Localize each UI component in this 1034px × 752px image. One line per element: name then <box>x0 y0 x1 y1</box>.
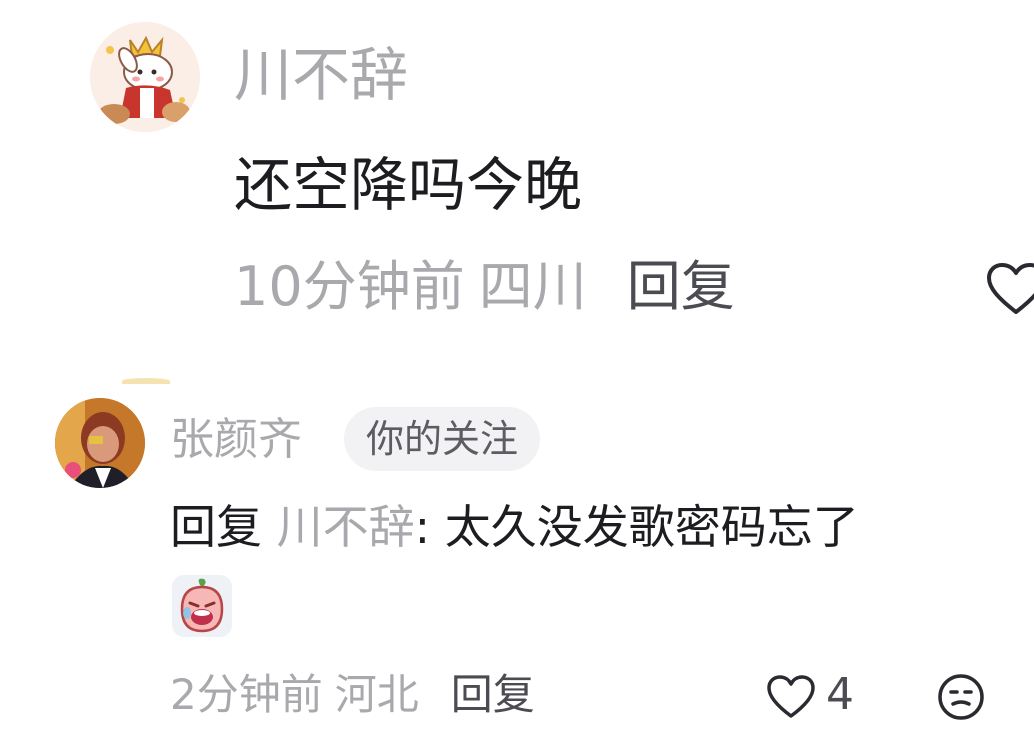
heart-outline-icon <box>987 263 1034 314</box>
reply-prefix: 回复 <box>170 500 262 554</box>
following-badge: 你的关注 <box>344 407 541 471</box>
comment-username[interactable]: 张颜齐 <box>170 412 302 468</box>
comment-location: 四川 <box>478 255 587 318</box>
comment-meta: 10分钟前 四川 回复 <box>234 255 735 319</box>
crying-peach-sticker-icon <box>172 575 232 637</box>
reply-button[interactable]: 回复 <box>451 670 535 719</box>
avatar-zhangyanqi[interactable] <box>55 398 145 488</box>
comment-time: 10分钟前 <box>234 255 465 318</box>
heart-outline-icon <box>767 675 815 718</box>
bunny-character-avatar-icon <box>90 22 200 132</box>
like-count: 4 <box>826 669 854 720</box>
user-photo-avatar-icon <box>55 398 145 488</box>
like-button[interactable] <box>986 262 1034 316</box>
comment-time: 2分钟前 <box>170 670 323 719</box>
comment-text: 回复 川不辞: 太久没发歌密码忘了 <box>170 498 859 556</box>
comment-location: 河北 <box>334 670 419 719</box>
comment-text: 还空降吗今晚 <box>234 151 583 219</box>
avatar-chuanbuci[interactable] <box>90 22 200 132</box>
like-button[interactable] <box>766 674 816 720</box>
reply-mention[interactable]: 川不辞 <box>277 500 415 554</box>
hidden-avatar-edge <box>122 378 170 384</box>
emoji-reaction-icon <box>938 674 984 720</box>
emoji-reaction-button[interactable] <box>936 672 986 722</box>
comment-list: 川不辞 还空降吗今晚 10分钟前 四川 回复 张颜齐 你的关注 回复 川不辞: 太久… <box>0 0 1034 752</box>
reply-button[interactable]: 回复 <box>627 255 735 318</box>
comment-username[interactable]: 川不辞 <box>234 40 408 110</box>
comment-meta: 2分钟前 河北 回复 <box>170 668 535 722</box>
reply-text: : 太久没发歌密码忘了 <box>414 500 859 554</box>
